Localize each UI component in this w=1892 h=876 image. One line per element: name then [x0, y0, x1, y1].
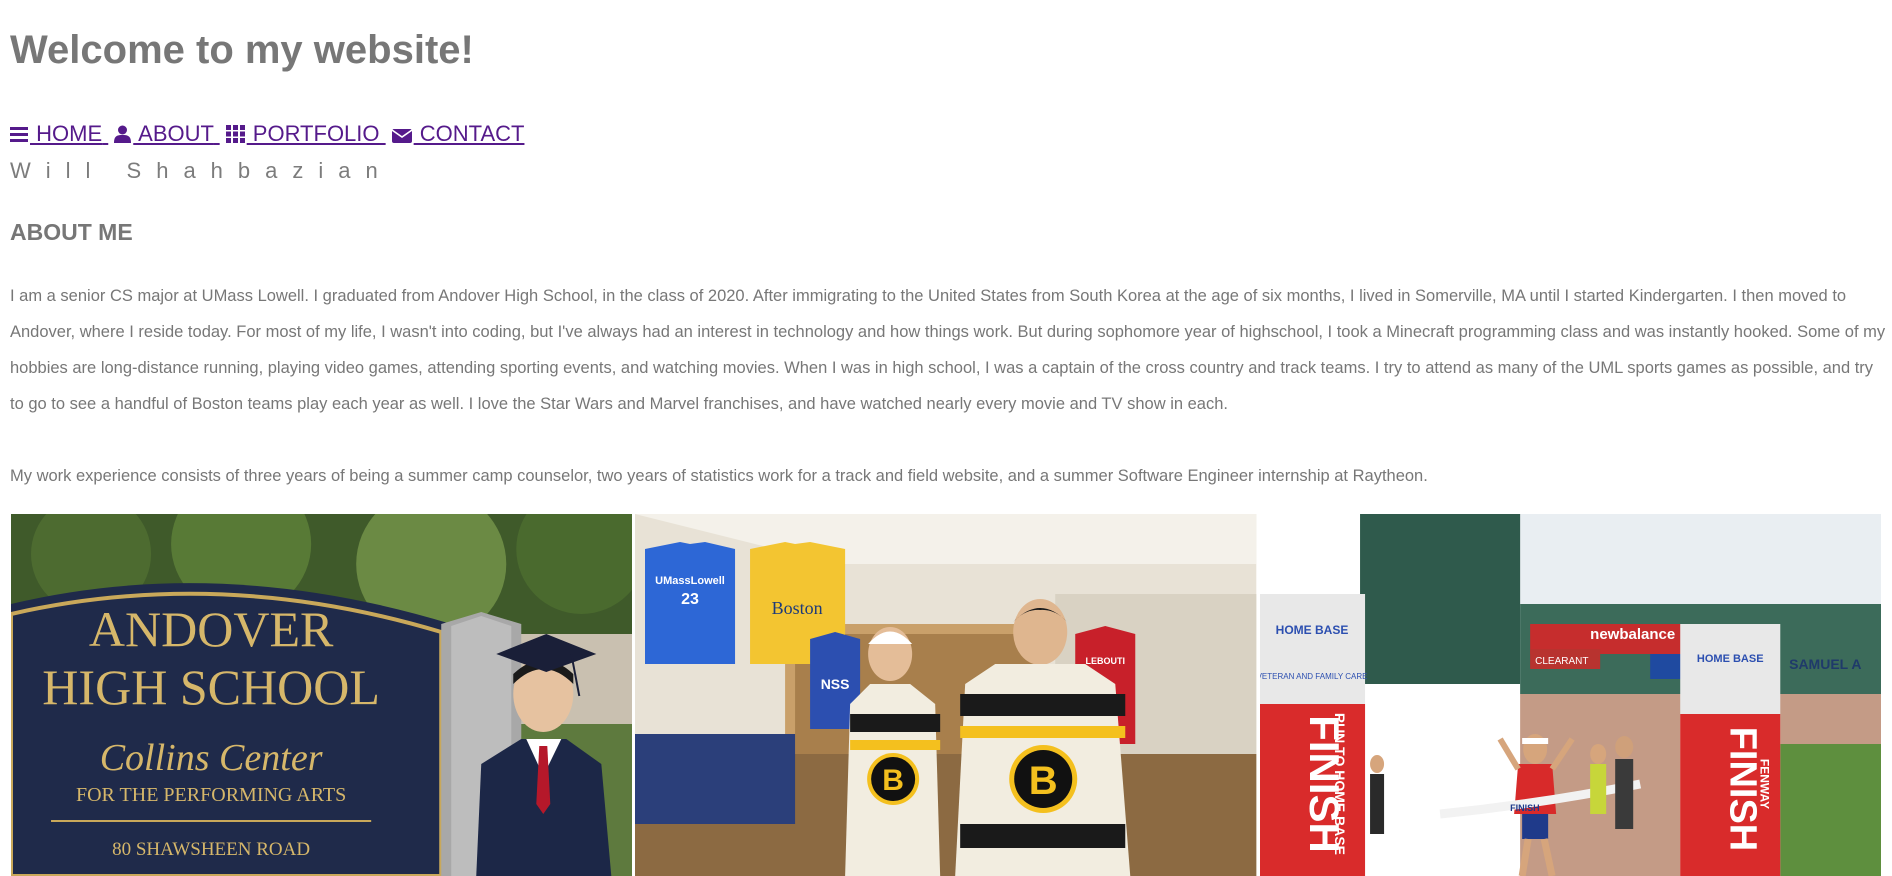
jersey-text-umass: UMassLowell: [656, 575, 726, 587]
sign-text-4: FOR THE PERFORMING ARTS: [76, 784, 346, 806]
grid-icon: [225, 125, 245, 143]
nav-portfolio-link[interactable]: PORTFOLIO: [225, 121, 386, 146]
user-icon: [114, 125, 132, 143]
sign-text-1: ANDOVER: [89, 601, 334, 657]
about-paragraph-work: My work experience consists of three yea…: [10, 467, 1428, 485]
ad-newbalance: newbalance: [1590, 626, 1675, 643]
about-heading: ABOUT ME: [10, 219, 133, 245]
nav-about-link[interactable]: ABOUT: [114, 121, 219, 146]
jersey-text-nss: NSS: [821, 676, 850, 692]
sign-text-2: HIGH SCHOOL: [42, 659, 380, 715]
envelope-icon: [391, 127, 412, 143]
ad-clearant: CLEARANT: [1535, 656, 1588, 667]
bruins-logo-right: B: [1029, 759, 1058, 803]
menu-icon: [10, 125, 28, 143]
photo-finish-line: newbalance CLEARANT SAMUEL A FINISH RUN …: [1259, 514, 1881, 876]
photo-gallery: ANDOVER HIGH SCHOOL Collins Center FOR T…: [11, 514, 1881, 876]
photo-graduation: ANDOVER HIGH SCHOOL Collins Center FOR T…: [11, 514, 633, 876]
nav-contact-link[interactable]: CONTACT: [391, 121, 525, 146]
banner-side-right: FENWAY: [1757, 759, 1771, 809]
banner-side-left: RUN TO HOME BASE: [1332, 713, 1348, 855]
jersey-text-lebouti: LEBOUTI: [1086, 656, 1126, 666]
nav-home-link[interactable]: HOME: [10, 121, 108, 146]
nav-portfolio-label: PORTFOLIO: [246, 121, 380, 146]
jersey-text-boston: Boston: [772, 598, 823, 618]
about-paragraph-bio: I am a senior CS major at UMass Lowell. …: [10, 287, 1886, 413]
nav-about-label: ABOUT: [133, 121, 214, 146]
page-title: Welcome to my website!: [10, 28, 474, 72]
jersey-number: 23: [681, 591, 699, 608]
author-name: Will Shahbazian: [10, 158, 393, 183]
bruins-logo-left: B: [883, 764, 905, 797]
nav-contact-label: CONTACT: [413, 121, 525, 146]
sign-text-5: 80 SHAWSHEEN ROAD: [112, 839, 310, 860]
ad-samuel: SAMUEL A: [1789, 656, 1861, 672]
photo-dorm-jerseys: UMassLowell 23 Boston NSS LEBOUTI B B: [635, 514, 1257, 876]
sign-text-3: Collins Center: [100, 737, 323, 779]
sponsor-sub-left: VETERAN AND FAMILY CARE: [1260, 672, 1367, 681]
main-nav: HOME ABOUT PORTFOLIO CONTACT: [10, 121, 530, 147]
banner-finish-right: FINISH: [1721, 727, 1763, 852]
nav-home-label: HOME: [30, 121, 103, 146]
sponsor-logo-right: HOME BASE: [1697, 653, 1764, 665]
sponsor-logo-left: HOME BASE: [1275, 623, 1348, 637]
finish-tape-text: FINISH: [1510, 803, 1540, 813]
